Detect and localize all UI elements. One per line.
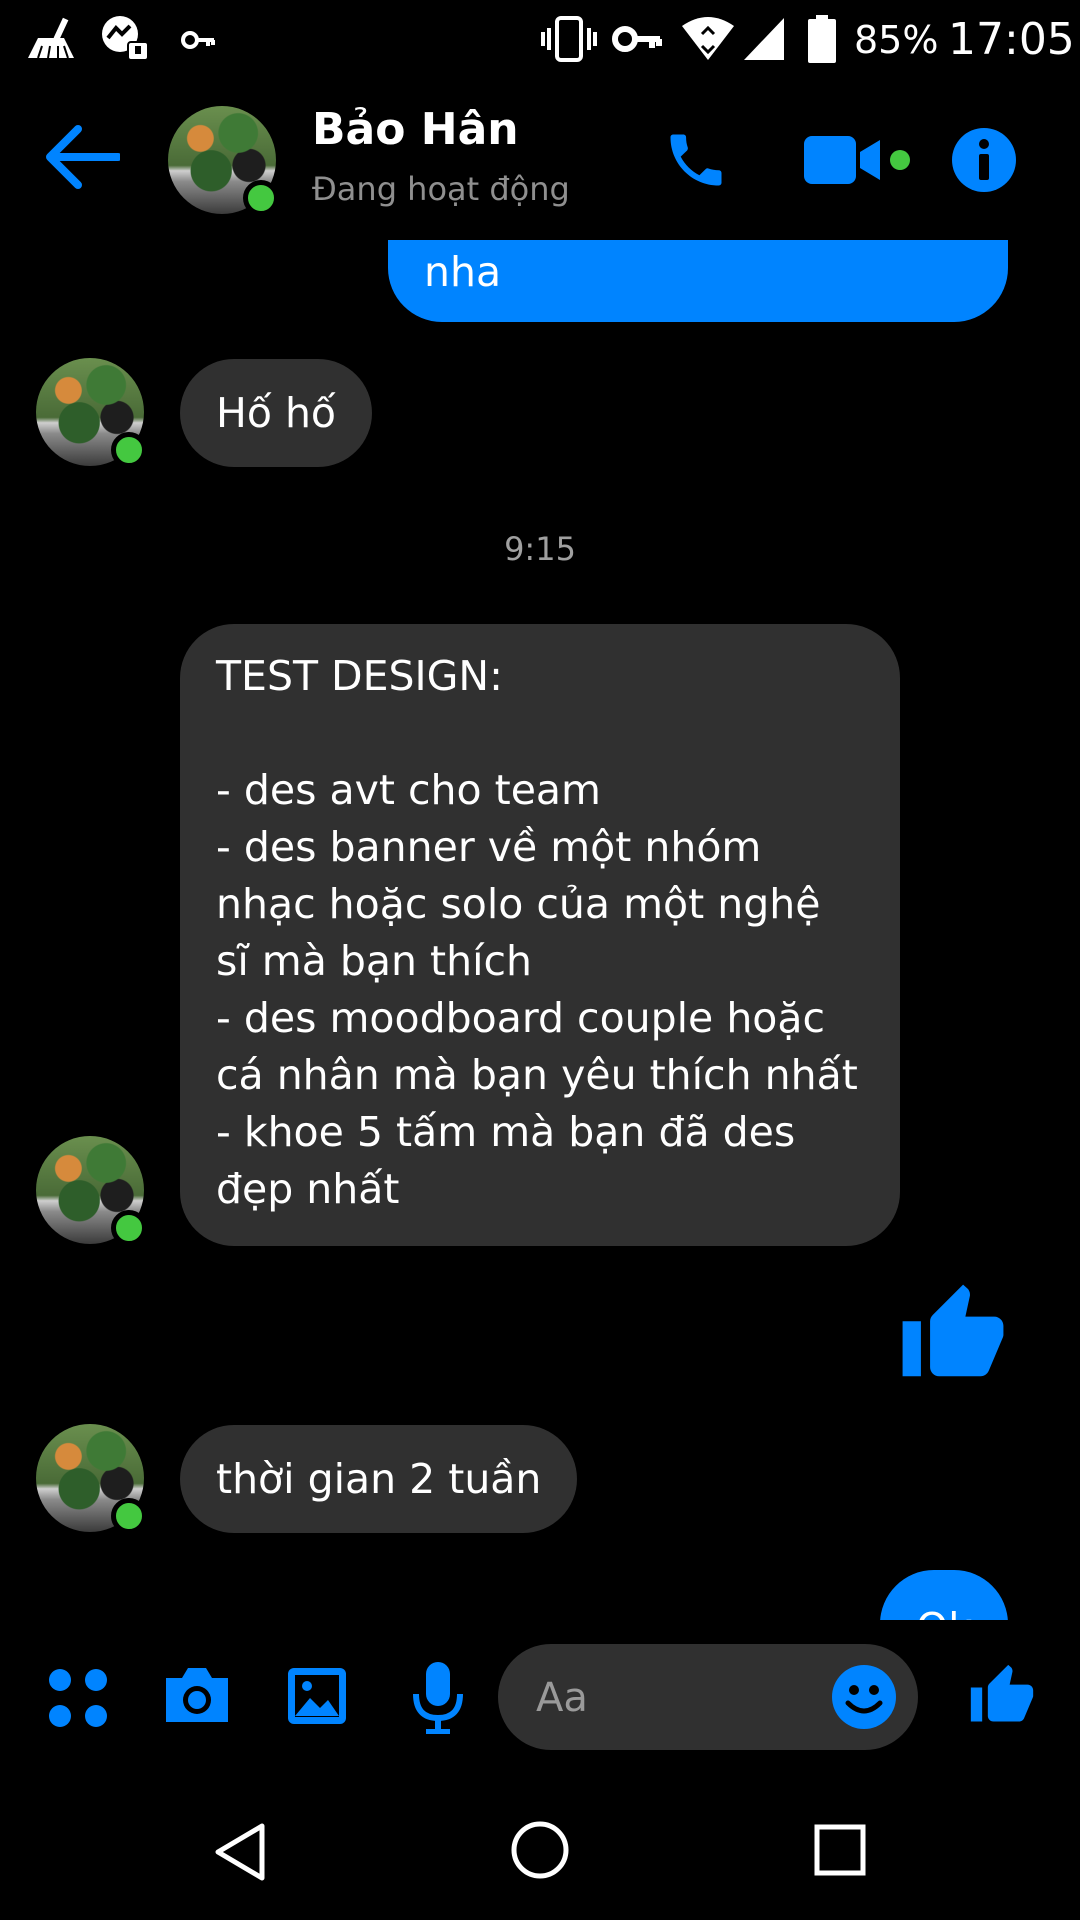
nav-home-icon[interactable] [510, 1820, 570, 1880]
message-text: nha [424, 248, 502, 296]
phone-call-icon[interactable] [662, 126, 730, 194]
message-composer [0, 1620, 1080, 1780]
battery-percentage: 85% [854, 18, 939, 62]
vibrate-icon [541, 16, 597, 62]
incoming-message[interactable]: thời gian 2 tuần [180, 1425, 578, 1533]
signal-icon [744, 18, 784, 60]
wifi-icon [682, 17, 734, 60]
gallery-icon[interactable] [286, 1666, 348, 1726]
apps-menu-icon[interactable] [48, 1668, 108, 1728]
incoming-message[interactable]: Hố hố [180, 359, 373, 467]
time-separator: 9:15 [504, 530, 576, 568]
video-call-icon[interactable] [804, 132, 912, 188]
message-text: Hố hố [216, 389, 337, 437]
conversation-header: Bảo Hân Đang hoạt động [0, 80, 1080, 240]
contact-name[interactable]: Bảo Hân [312, 104, 519, 155]
like-button-icon[interactable] [968, 1660, 1036, 1732]
notification-app-icon [102, 16, 149, 61]
info-icon[interactable] [952, 128, 1016, 192]
online-indicator [111, 432, 147, 468]
incoming-message[interactable]: TEST DESIGN: - des avt cho team - des ba… [180, 624, 900, 1246]
emoji-icon[interactable] [832, 1665, 896, 1729]
camera-icon[interactable] [162, 1664, 232, 1726]
system-navigation-bar [0, 1780, 1080, 1920]
status-bar: 85% 17:05 [0, 0, 1080, 80]
message-text: Ok [916, 1604, 972, 1620]
online-indicator [111, 1210, 147, 1246]
online-indicator [243, 180, 279, 216]
message-text: TEST DESIGN: - des avt cho team - des ba… [216, 652, 858, 1213]
battery-icon [808, 15, 836, 63]
message-list[interactable]: nha Hố hố 9:15 TEST DESIGN: - des avt ch… [0, 240, 1080, 1620]
nav-back-icon[interactable] [210, 1820, 274, 1884]
active-status: Đang hoạt động [312, 170, 570, 208]
message-text: thời gian 2 tuần [216, 1455, 542, 1503]
outgoing-message[interactable]: Ok [880, 1570, 1008, 1620]
like-sticker-icon[interactable] [898, 1278, 1008, 1392]
microphone-icon[interactable] [412, 1660, 464, 1734]
cleaner-icon [28, 17, 74, 59]
nav-recents-icon[interactable] [814, 1824, 866, 1876]
vpn-key-icon [181, 31, 215, 49]
key-icon [612, 26, 662, 52]
back-arrow-icon[interactable] [44, 124, 120, 190]
message-input-container [498, 1644, 918, 1750]
online-indicator [111, 1498, 147, 1534]
clock: 17:05 [948, 14, 1075, 65]
message-input[interactable] [534, 1668, 818, 1728]
outgoing-message[interactable]: nha [388, 240, 1008, 322]
